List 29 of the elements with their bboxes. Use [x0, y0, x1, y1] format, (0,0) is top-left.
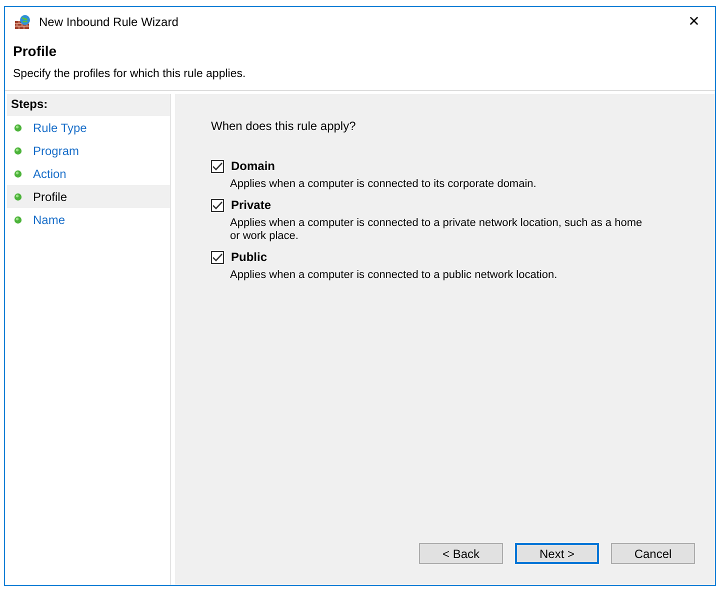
firewall-icon — [14, 14, 32, 30]
question-text: When does this rule apply? — [211, 119, 357, 133]
checkbox-label[interactable]: Domain — [231, 159, 276, 173]
dialog-button[interactable]: Next > — [515, 543, 599, 564]
window-title: New Inbound Rule Wizard — [39, 15, 178, 29]
step-link[interactable]: Rule Type — [33, 120, 87, 134]
status-dot-icon — [14, 170, 22, 178]
step-link[interactable]: Profile — [33, 190, 68, 204]
step-link[interactable]: Name — [33, 212, 66, 226]
status-dot-icon — [14, 192, 22, 200]
checkbox-label[interactable]: Public — [231, 250, 268, 264]
option-description: Applies when a computer is connected to a public network location. — [230, 269, 558, 282]
page-subtitle: Specify the profiles for which this rule applies. — [13, 68, 247, 80]
option-description: Applies when a computer is connected to its corporate domain. — [230, 178, 538, 191]
dialog-button[interactable]: < Back — [419, 543, 503, 564]
option-description: Applies when a computer is connected to a private network location, such as a home or work place. — [230, 217, 644, 243]
step-link[interactable]: Program — [33, 144, 80, 158]
status-dot-icon — [14, 124, 22, 132]
checkbox[interactable] — [211, 198, 224, 212]
checkbox-label[interactable]: Private — [231, 198, 272, 212]
status-dot-icon — [14, 146, 22, 154]
checkbox[interactable] — [211, 160, 224, 172]
dialog-button[interactable]: Cancel — [611, 543, 695, 564]
steps-heading: Steps: — [7, 94, 170, 116]
page-title: Profile — [13, 43, 58, 59]
status-dot-icon — [14, 216, 22, 224]
checkbox[interactable] — [211, 250, 224, 264]
close-button[interactable]: ✕ — [673, 7, 715, 37]
step-link[interactable]: Action — [33, 166, 66, 180]
